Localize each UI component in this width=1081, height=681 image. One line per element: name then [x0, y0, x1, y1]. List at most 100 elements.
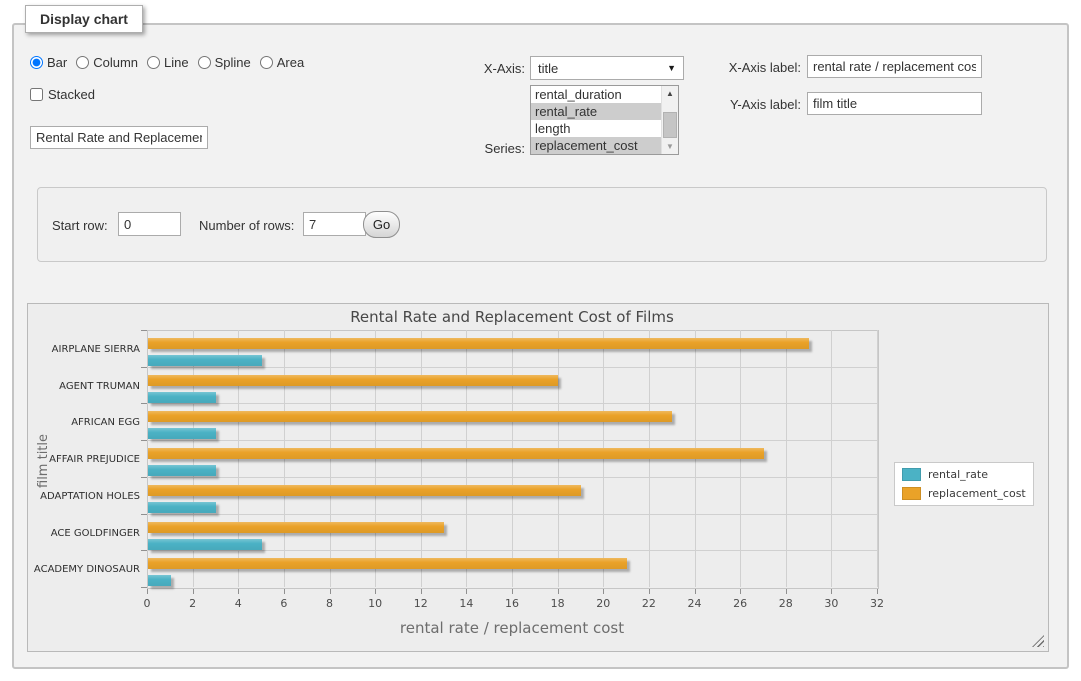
category-label: ACE GOLDFINGER — [28, 528, 140, 540]
x-tick-label: 6 — [266, 597, 302, 610]
x-axis-title: rental rate / replacement cost — [147, 619, 877, 637]
legend-label: replacement_cost — [928, 487, 1026, 500]
category-label: ADAPTATION HOLES — [28, 491, 140, 503]
category-label: AFRICAN EGG — [28, 417, 140, 429]
x-tick-label: 32 — [859, 597, 895, 610]
chart-type-label: Area — [277, 55, 304, 70]
y-tick-mark — [141, 403, 147, 404]
gridline-horizontal — [147, 367, 877, 368]
chart-type-option-line[interactable]: Line — [147, 55, 189, 70]
chart-legend: rental_rate replacement_cost — [894, 462, 1034, 506]
series-option-rental_duration[interactable]: rental_duration — [531, 86, 661, 103]
y-tick-mark — [141, 367, 147, 368]
chart-type-radio-area[interactable] — [260, 56, 273, 69]
chart-type-radio-line[interactable] — [147, 56, 160, 69]
x-tick-label: 28 — [768, 597, 804, 610]
gridline-vertical — [786, 330, 787, 587]
chart-type-radio-group: Bar Column Line Spline Area — [30, 55, 313, 70]
x-tick-label: 8 — [312, 597, 348, 610]
chart-type-radio-bar[interactable] — [30, 56, 43, 69]
x-axis-label-input[interactable] — [807, 55, 982, 78]
chart-type-option-column[interactable]: Column — [76, 55, 138, 70]
y-tick-mark — [141, 514, 147, 515]
scrollbar-up-icon[interactable]: ▲ — [662, 86, 678, 101]
series-option-rental_rate[interactable]: rental_rate — [531, 103, 661, 120]
y-axis-label-field-label: Y-Axis label: — [700, 97, 801, 112]
scrollbar-thumb[interactable] — [663, 112, 677, 138]
x-tick-mark — [193, 589, 194, 594]
x-axis-select[interactable]: title ▼ — [530, 56, 684, 80]
x-axis-selected-value: title — [538, 61, 558, 76]
y-tick-mark — [141, 550, 147, 551]
chart-title-input[interactable] — [30, 126, 208, 149]
row-range-panel — [37, 187, 1047, 262]
x-tick-mark — [466, 589, 467, 594]
x-tick-label: 10 — [357, 597, 393, 610]
chart-panel[interactable]: Rental Rate and Replacement Cost of Film… — [27, 303, 1049, 652]
fieldset-legend-title: Display chart — [25, 5, 143, 33]
stacked-checkbox[interactable] — [30, 88, 43, 101]
x-tick-mark — [695, 589, 696, 594]
legend-label: rental_rate — [928, 468, 988, 481]
x-tick-label: 26 — [722, 597, 758, 610]
x-tick-label: 0 — [129, 597, 165, 610]
x-tick-label: 14 — [448, 597, 484, 610]
y-axis-label-input[interactable] — [807, 92, 982, 115]
chart-title: Rental Rate and Replacement Cost of Film… — [147, 308, 877, 326]
gridline-horizontal — [147, 550, 877, 551]
resize-handle-icon[interactable] — [1032, 635, 1044, 647]
x-tick-label: 18 — [540, 597, 576, 610]
x-tick-mark — [831, 589, 832, 594]
x-tick-label: 30 — [813, 597, 849, 610]
y-tick-mark — [141, 440, 147, 441]
bar-rental_rate — [148, 465, 216, 476]
gridline-vertical — [831, 330, 832, 587]
x-tick-mark — [147, 589, 148, 594]
legend-swatch-rental_rate — [902, 468, 921, 481]
x-tick-label: 24 — [677, 597, 713, 610]
category-label: AIRPLANE SIERRA — [28, 344, 140, 356]
bar-replacement_cost — [148, 411, 672, 422]
legend-entry: rental_rate — [902, 468, 1026, 481]
y-tick-mark — [141, 477, 147, 478]
x-tick-mark — [284, 589, 285, 594]
y-tick-mark — [141, 587, 147, 588]
gridline-horizontal — [147, 403, 877, 404]
bar-rental_rate — [148, 355, 262, 366]
category-label: AFFAIR PREJUDICE — [28, 454, 140, 466]
chart-type-label: Column — [93, 55, 138, 70]
x-tick-mark — [512, 589, 513, 594]
chart-type-option-bar[interactable]: Bar — [30, 55, 67, 70]
scrollbar-down-icon[interactable]: ▼ — [662, 139, 678, 154]
series-scrollbar[interactable]: ▲ ▼ — [661, 86, 678, 154]
series-list-label: Series: — [420, 141, 525, 156]
y-tick-mark — [141, 330, 147, 331]
series-option-replacement_cost[interactable]: replacement_cost — [531, 137, 661, 154]
bar-rental_rate — [148, 428, 216, 439]
chart-type-option-spline[interactable]: Spline — [198, 55, 251, 70]
number-of-rows-label: Number of rows: — [199, 218, 294, 233]
x-tick-mark — [603, 589, 604, 594]
gridline-vertical — [877, 330, 878, 587]
stacked-label: Stacked — [48, 87, 95, 102]
chart-type-radio-column[interactable] — [76, 56, 89, 69]
go-button[interactable]: Go — [363, 211, 400, 238]
bar-replacement_cost — [148, 448, 764, 459]
x-tick-mark — [421, 589, 422, 594]
start-row-input[interactable] — [118, 212, 181, 236]
x-tick-mark — [740, 589, 741, 594]
series-listbox[interactable]: rental_durationrental_ratelengthreplacem… — [530, 85, 679, 155]
x-tick-mark — [558, 589, 559, 594]
number-of-rows-input[interactable] — [303, 212, 366, 236]
chart-type-radio-spline[interactable] — [198, 56, 211, 69]
x-tick-label: 4 — [220, 597, 256, 610]
bar-replacement_cost — [148, 338, 809, 349]
chart-type-label: Bar — [47, 55, 67, 70]
x-tick-label: 20 — [585, 597, 621, 610]
bar-replacement_cost — [148, 375, 558, 386]
chart-type-option-area[interactable]: Area — [260, 55, 304, 70]
series-option-length[interactable]: length — [531, 120, 661, 137]
x-tick-mark — [330, 589, 331, 594]
bar-rental_rate — [148, 575, 171, 586]
gridline-horizontal — [147, 514, 877, 515]
